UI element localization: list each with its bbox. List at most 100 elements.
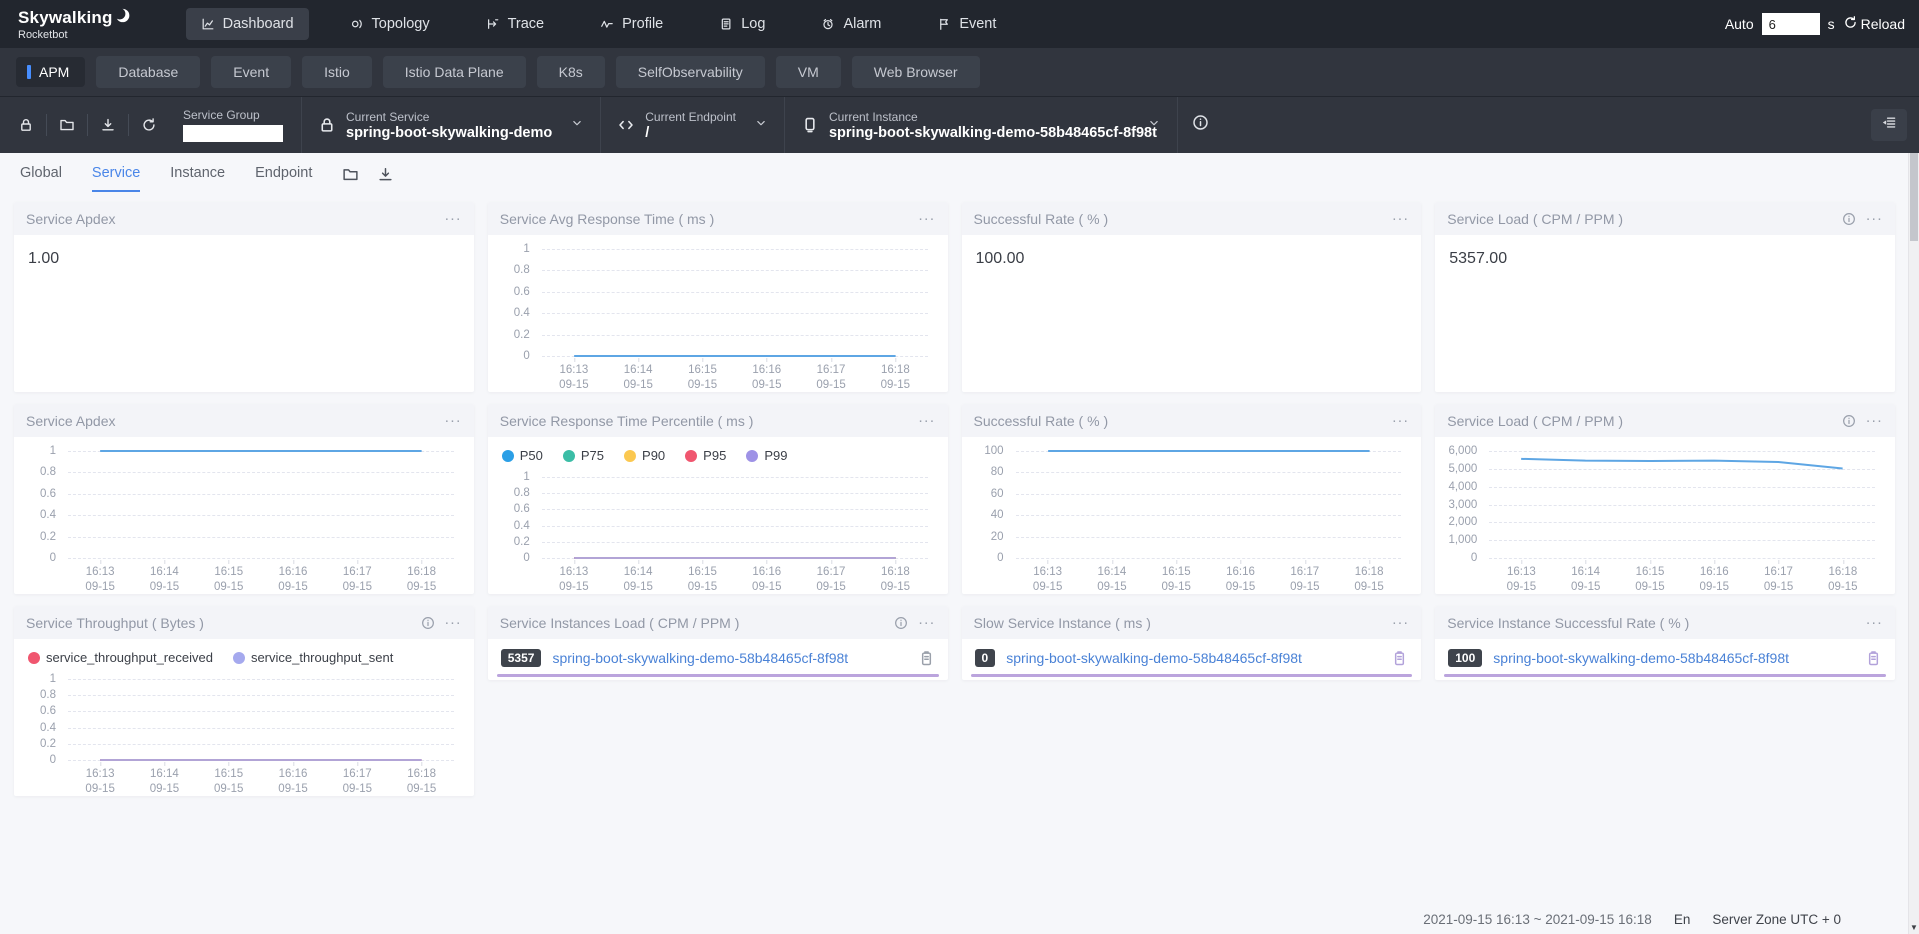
card-menu-button[interactable]: ...: [918, 615, 935, 631]
instance-link[interactable]: spring-boot-skywalking-demo-58b48465cf-8…: [552, 650, 906, 666]
card-menu-button[interactable]: ...: [1392, 615, 1409, 631]
gridline: [68, 558, 454, 559]
footer-server-zone[interactable]: Server Zone UTC + 0: [1712, 912, 1841, 927]
export-download-icon[interactable]: [377, 166, 394, 183]
x-axis-tick-label: 16:1709-15: [343, 767, 372, 796]
card-menu-button[interactable]: ...: [1866, 211, 1883, 227]
card-info-button[interactable]: [894, 616, 908, 630]
dashboard-icon: [201, 17, 215, 31]
copy-button[interactable]: [1391, 650, 1408, 667]
template-tab-k8s[interactable]: K8s: [537, 56, 605, 88]
line-chart[interactable]: 00.20.40.60.8116:1309-1516:1409-1516:150…: [22, 671, 458, 796]
nav-item-profile[interactable]: Profile: [585, 8, 678, 40]
card-info-button[interactable]: [1842, 414, 1856, 428]
template-tab-apm[interactable]: APM: [16, 57, 85, 87]
nav-item-topology[interactable]: Topology: [335, 8, 445, 40]
card-info-button[interactable]: [421, 616, 435, 630]
line-chart[interactable]: 01,0002,0003,0004,0005,0006,00016:1309-1…: [1443, 443, 1879, 594]
service-group-input[interactable]: [183, 125, 283, 142]
template-tab-selfobservability[interactable]: SelfObservability: [616, 56, 765, 88]
view-tab-service[interactable]: Service: [92, 165, 140, 192]
toolbar-button-download-icon[interactable]: [88, 114, 129, 136]
y-axis: 01,0002,0003,0004,0005,0006,000: [1443, 451, 1483, 558]
template-tab-vm[interactable]: VM: [776, 56, 841, 88]
logo[interactable]: Skywalking Rocketbot: [18, 8, 130, 41]
legend-dot: [685, 450, 697, 462]
line-chart[interactable]: 02040608010016:1309-1516:1409-1516:1509-…: [970, 443, 1406, 594]
panel-toggle-button[interactable]: [1871, 109, 1907, 141]
plot-area: [68, 679, 454, 760]
scrollbar-thumb[interactable]: [1910, 153, 1918, 241]
view-tab-instance[interactable]: Instance: [170, 165, 225, 192]
x-axis-tick-label: 16:1709-15: [816, 363, 845, 392]
legend-item-p95[interactable]: P95: [685, 448, 726, 463]
template-tab-database[interactable]: Database: [96, 56, 200, 88]
card-menu-button[interactable]: ...: [1392, 211, 1409, 227]
plot-area: [68, 451, 454, 558]
selector-current-instance[interactable]: Current Instancespring-boot-skywalking-d…: [784, 97, 1177, 153]
legend-item-p50[interactable]: P50: [502, 448, 543, 463]
instance-link[interactable]: spring-boot-skywalking-demo-58b48465cf-8…: [1493, 650, 1854, 666]
page-scrollbar[interactable]: ▼: [1908, 153, 1919, 934]
template-tab-web-browser[interactable]: Web Browser: [852, 56, 980, 88]
nav-item-log[interactable]: Log: [704, 8, 780, 40]
card-menu-button[interactable]: ...: [445, 211, 462, 227]
download-icon: [377, 166, 394, 183]
scrollbar-down-arrow[interactable]: ▼: [1909, 923, 1919, 933]
view-tab-endpoint[interactable]: Endpoint: [255, 165, 312, 192]
x-axis-tick-label: 16:1509-15: [688, 565, 717, 594]
legend-item-p99[interactable]: P99: [746, 448, 787, 463]
card-header: Successful Rate ( % )...: [962, 202, 1422, 235]
footer-time-range[interactable]: 2021-09-15 16:13 ~ 2021-09-15 16:18: [1423, 912, 1652, 927]
toolbar-button-folder-icon[interactable]: [47, 114, 88, 136]
info-icon: [1192, 114, 1209, 131]
line-chart[interactable]: 00.20.40.60.8116:1309-1516:1409-1516:150…: [22, 443, 458, 594]
nav-item-dashboard[interactable]: Dashboard: [186, 8, 309, 40]
card-body: 5357.00: [1435, 235, 1895, 392]
y-axis: 020406080100: [970, 451, 1010, 558]
line-chart[interactable]: 00.20.40.60.8116:1309-1516:1409-1516:150…: [496, 469, 932, 594]
folder-icon[interactable]: [342, 166, 359, 183]
reload-button[interactable]: Reload: [1843, 15, 1905, 33]
nav-item-event[interactable]: Event: [922, 8, 1011, 40]
card-header: Service Throughput ( Bytes )...: [14, 606, 474, 639]
template-tab-istio-data-plane[interactable]: Istio Data Plane: [383, 56, 526, 88]
instance-link[interactable]: spring-boot-skywalking-demo-58b48465cf-8…: [1006, 650, 1380, 666]
legend-item-service-throughput-sent[interactable]: service_throughput_sent: [233, 650, 393, 665]
template-tab-event[interactable]: Event: [211, 56, 291, 88]
legend-item-service-throughput-received[interactable]: service_throughput_received: [28, 650, 213, 665]
template-tab-istio[interactable]: Istio: [302, 56, 372, 88]
card-menu-button[interactable]: ...: [1866, 615, 1883, 631]
line-chart[interactable]: 00.20.40.60.8116:1309-1516:1409-1516:150…: [496, 241, 932, 392]
card-body: 00.20.40.60.8116:1309-1516:1409-1516:150…: [14, 437, 474, 594]
toolbar-button-refresh-icon[interactable]: [129, 114, 169, 136]
nav-item-alarm[interactable]: Alarm: [806, 8, 896, 40]
legend-item-p75[interactable]: P75: [563, 448, 604, 463]
card-menu-button[interactable]: ...: [1392, 413, 1409, 429]
copy-button[interactable]: [918, 650, 935, 667]
alarm-icon: [821, 17, 835, 31]
template-tab-label: Event: [233, 64, 269, 80]
copy-button[interactable]: [1865, 650, 1882, 667]
selector-current-service[interactable]: Current Servicespring-boot-skywalking-de…: [301, 97, 600, 153]
chevron-down-icon: [754, 116, 768, 130]
card-menu-button[interactable]: ...: [1866, 413, 1883, 429]
view-tab-global[interactable]: Global: [20, 165, 62, 192]
x-axis-tick-label: 16:1709-15: [1290, 565, 1319, 594]
selector-current-endpoint[interactable]: Current Endpoint/: [600, 97, 784, 153]
card-menu-button[interactable]: ...: [445, 615, 462, 631]
x-axis-tick-label: 16:1309-15: [85, 565, 114, 594]
card-menu-button[interactable]: ...: [918, 211, 935, 227]
x-axis-tick-label: 16:1809-15: [881, 565, 910, 594]
nav-item-label: Trace: [508, 16, 545, 32]
nav-item-trace[interactable]: Trace: [471, 8, 560, 40]
card-info-button[interactable]: [1842, 212, 1856, 226]
legend-item-p90[interactable]: P90: [624, 448, 665, 463]
auto-interval-input[interactable]: [1762, 13, 1820, 35]
card-title: Successful Rate ( % ): [974, 413, 1383, 429]
footer-language[interactable]: En: [1674, 912, 1691, 927]
toolbar-button-lock-icon[interactable]: [6, 114, 47, 136]
toolbar-info-button[interactable]: [1177, 97, 1223, 153]
card-menu-button[interactable]: ...: [918, 413, 935, 429]
card-menu-button[interactable]: ...: [445, 413, 462, 429]
